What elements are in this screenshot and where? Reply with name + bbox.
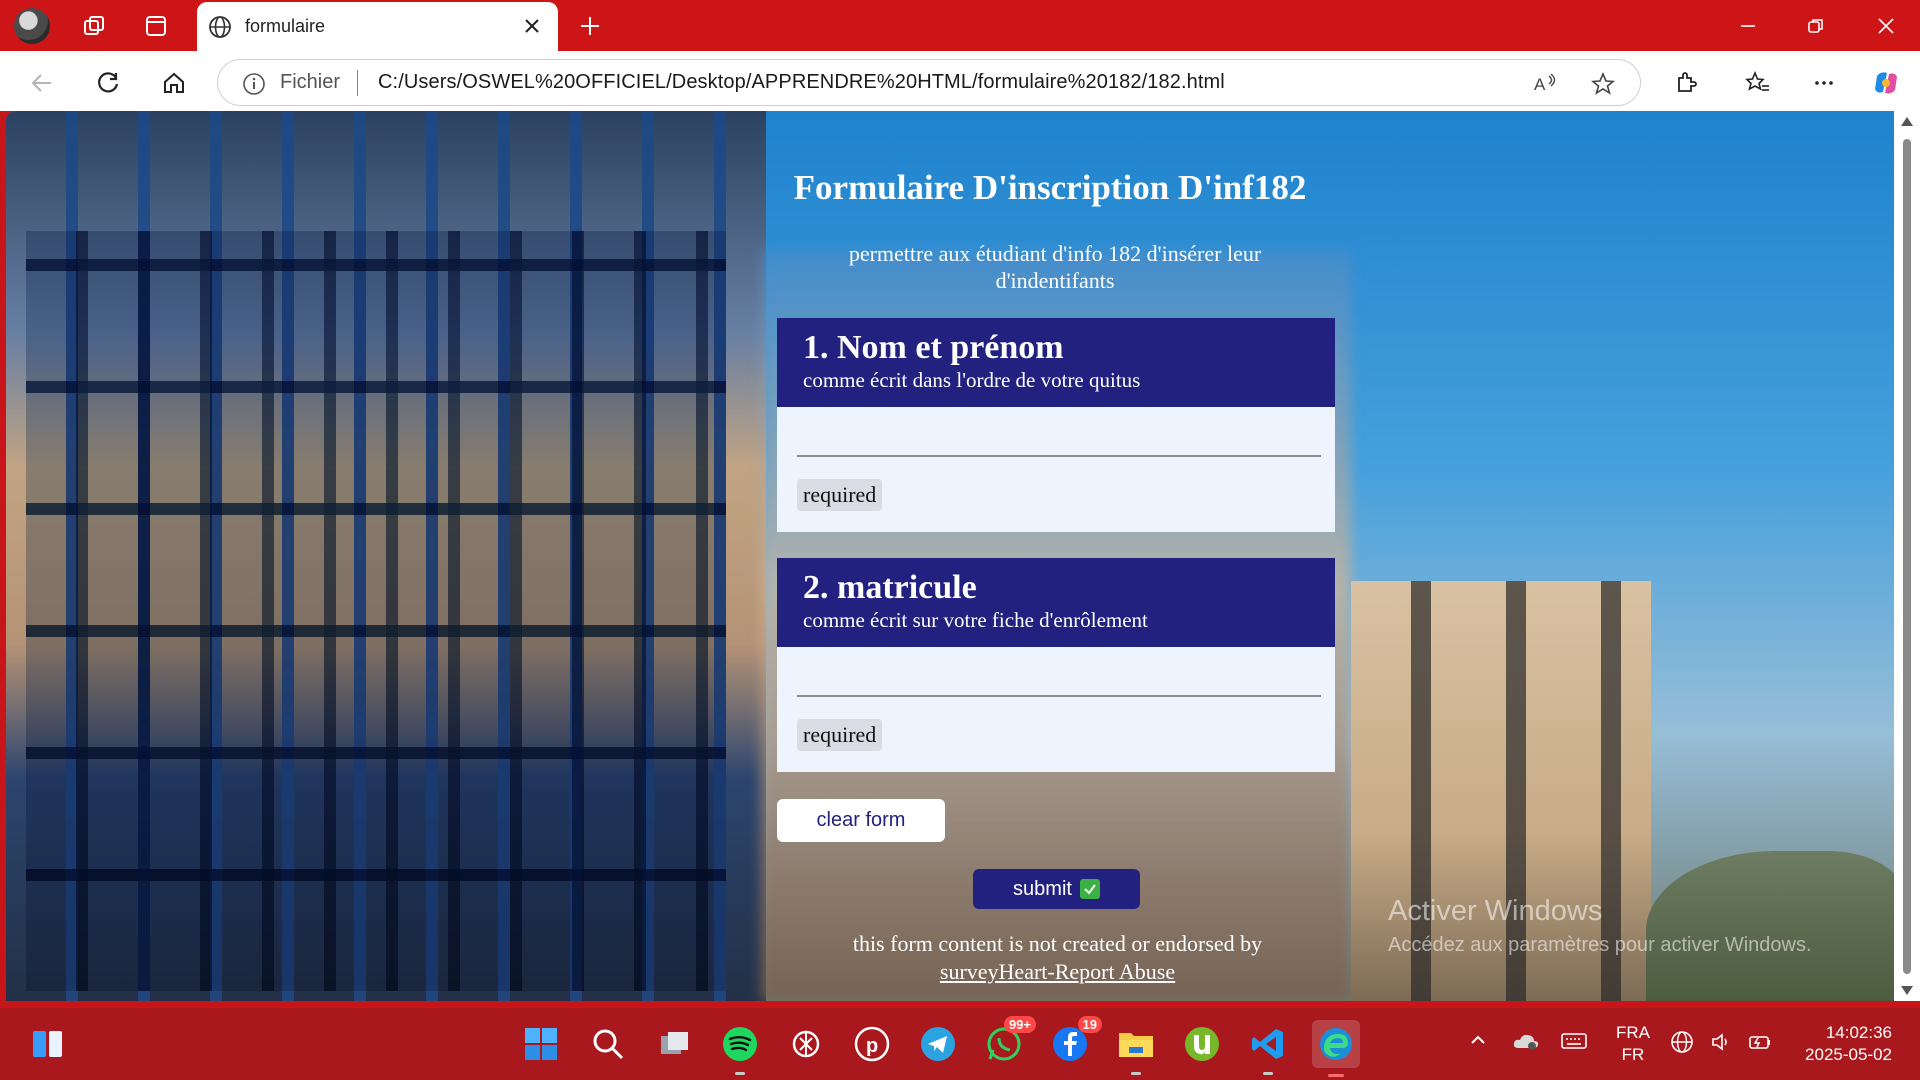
new-tab-button[interactable]	[574, 10, 606, 42]
watermark-title: Activer Windows	[1388, 895, 1603, 927]
browser-titlebar: formulaire	[0, 0, 1920, 51]
show-hidden-icons-chevron-icon[interactable]	[1468, 1030, 1488, 1055]
address-separator	[357, 70, 358, 96]
telegram-icon[interactable]	[916, 1022, 960, 1066]
widgets-icon[interactable]	[26, 1022, 70, 1066]
workspaces-icon[interactable]	[78, 10, 110, 42]
scroll-thumb[interactable]	[1903, 139, 1911, 974]
browser-toolbar: Fichier C:/Users/OSWEL%20OFFICIEL/Deskto…	[0, 51, 1920, 111]
back-button[interactable]	[24, 65, 60, 101]
whatsapp-badge: 99+	[1003, 1016, 1036, 1033]
activate-windows-watermark: Activer Windows Accédez aux paramètres p…	[1388, 895, 1812, 957]
question-description: comme écrit sur votre fiche d'enrôlement	[803, 608, 1148, 632]
info-icon[interactable]	[242, 72, 266, 96]
keyboard-icon[interactable]	[1560, 1030, 1588, 1057]
keyboard-layout: FR	[1621, 1045, 1645, 1064]
question-title: 2. matricule	[803, 569, 977, 606]
report-abuse-link[interactable]: surveyHeart-Report Abuse	[780, 958, 1335, 986]
profile-avatar[interactable]	[14, 8, 50, 44]
spotify-icon[interactable]	[718, 1022, 762, 1075]
input-underline	[797, 455, 1321, 457]
form-title: Formulaire D'inscription D'inf182	[793, 168, 1307, 207]
refresh-button[interactable]	[90, 65, 126, 101]
running-indicator	[1131, 1072, 1141, 1075]
vscode-icon[interactable]	[1246, 1022, 1290, 1075]
clock[interactable]: 14:02:36 2025-05-02	[1792, 1022, 1892, 1066]
edge-icon[interactable]	[1312, 1020, 1360, 1077]
favorites-button[interactable]	[1740, 65, 1776, 101]
question-title: 1. Nom et prénom	[803, 329, 1064, 366]
question-header: 2. matricule comme écrit sur votre fiche…	[777, 558, 1335, 647]
utorrent-icon[interactable]	[1180, 1022, 1224, 1066]
volume-icon[interactable]	[1710, 1030, 1734, 1059]
required-badge: required	[797, 479, 883, 511]
extensions-button[interactable]	[1668, 65, 1704, 101]
address-bar[interactable]: Fichier C:/Users/OSWEL%20OFFICIEL/Deskto…	[217, 59, 1641, 106]
language-code: FRA	[1616, 1023, 1650, 1042]
tab-formulaire[interactable]: formulaire	[197, 2, 558, 51]
start-menu-icon[interactable]	[519, 1022, 563, 1066]
question-card-name: 1. Nom et prénom comme écrit dans l'ordr…	[777, 318, 1335, 532]
pinterest-icon[interactable]: p	[850, 1022, 894, 1066]
home-button[interactable]	[156, 65, 192, 101]
close-window-button[interactable]	[1866, 10, 1906, 42]
svg-text:p: p	[866, 1035, 878, 1057]
clock-date: 2025-05-02	[1805, 1045, 1892, 1064]
tab-title: formulaire	[245, 16, 326, 36]
submit-button[interactable]: submit	[973, 869, 1140, 909]
clock-time: 14:02:36	[1825, 1023, 1892, 1042]
background-windows	[26, 231, 726, 991]
task-view-icon[interactable]	[652, 1022, 696, 1066]
chatgpt-icon[interactable]	[784, 1022, 828, 1066]
scroll-down-arrow-icon[interactable]	[1901, 986, 1913, 995]
whatsapp-icon[interactable]: 99+	[982, 1016, 1036, 1066]
globe-icon	[209, 16, 231, 38]
file-explorer-icon[interactable]	[1114, 1022, 1158, 1075]
svg-text:A: A	[1534, 75, 1546, 94]
site-info-label: Fichier	[280, 71, 341, 93]
question-header: 1. Nom et prénom comme écrit dans l'ordr…	[777, 318, 1335, 407]
question-description: comme écrit dans l'ordre de votre quitus	[803, 368, 1141, 392]
restore-button[interactable]	[1796, 10, 1836, 42]
facebook-icon[interactable]: 19	[1048, 1016, 1102, 1066]
more-menu-button[interactable]	[1806, 65, 1842, 101]
battery-icon[interactable]	[1746, 1030, 1774, 1059]
watermark-subtitle: Accédez aux paramètres pour activer Wind…	[1388, 934, 1812, 956]
clear-form-button[interactable]: clear form	[777, 799, 945, 842]
form-subtitle: permettre aux étudiant d'info 182 d'insé…	[848, 241, 1262, 293]
vertical-tabs-icon[interactable]	[140, 10, 172, 42]
onedrive-icon[interactable]	[1512, 1030, 1540, 1057]
input-language[interactable]: FRA FR	[1616, 1022, 1650, 1066]
running-indicator	[735, 1072, 745, 1075]
active-indicator	[1328, 1074, 1344, 1077]
form-footer: this form content is not created or endo…	[780, 930, 1335, 986]
question-card-matricule: 2. matricule comme écrit sur votre fiche…	[777, 558, 1335, 772]
favorite-star-icon[interactable]	[1590, 71, 1616, 97]
required-badge: required	[797, 719, 883, 751]
footer-text: this form content is not created or endo…	[852, 931, 1263, 956]
scroll-up-arrow-icon[interactable]	[1901, 117, 1913, 126]
search-icon[interactable]	[586, 1022, 630, 1066]
running-indicator	[1263, 1072, 1273, 1075]
facebook-badge: 19	[1077, 1016, 1102, 1033]
network-globe-icon[interactable]	[1670, 1030, 1694, 1059]
submit-label: submit	[1013, 877, 1072, 900]
minimize-button[interactable]	[1728, 10, 1768, 42]
read-aloud-icon[interactable]: A	[1532, 71, 1558, 97]
close-tab-icon[interactable]	[520, 14, 544, 38]
url-text[interactable]: C:/Users/OSWEL%20OFFICIEL/Desktop/APPREN…	[378, 71, 1225, 94]
page-scrollbar[interactable]	[1894, 111, 1920, 1001]
checkmark-icon	[1079, 879, 1100, 899]
copilot-button[interactable]	[1868, 65, 1904, 101]
input-underline	[797, 695, 1321, 697]
